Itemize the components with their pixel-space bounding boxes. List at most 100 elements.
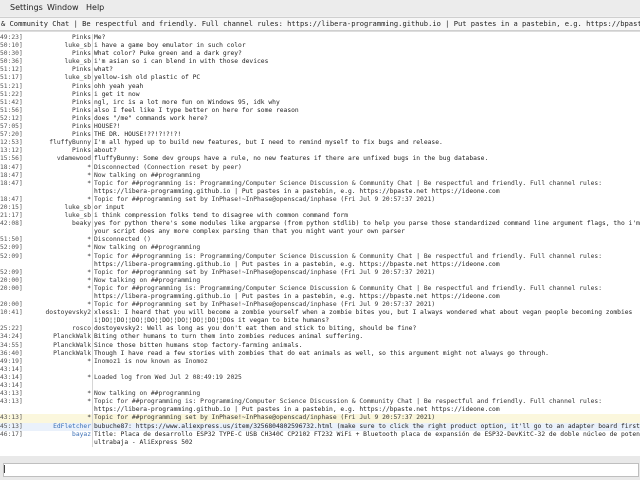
nickname[interactable]: * <box>24 398 91 406</box>
column-separator <box>92 50 93 59</box>
message-text: Since those bitten humans stop factory-f… <box>94 341 303 349</box>
column-separator <box>92 406 93 415</box>
chat-line: 43:14] <box>0 365 640 374</box>
message-text: Topic for ##programming is: Programming/… <box>94 284 603 292</box>
chat-line: 36:40] PlanckWalk Though I have read a few… <box>0 349 640 358</box>
chat-line: 34:24] PlanckWalk Biting other humans to t… <box>0 333 640 342</box>
timestamp: 57:05] <box>0 123 23 131</box>
nickname[interactable]: Pinks <box>24 131 91 139</box>
timestamp: 34:24] <box>0 333 23 341</box>
chat-lines: 49:23] Pinks Me? 50:10] luke_sb i have a game… <box>0 34 640 447</box>
nickname[interactable]: * <box>24 196 91 204</box>
nickname[interactable]: Pinks <box>24 115 91 123</box>
chat-line: 51:50] * Disconnected () <box>0 236 640 245</box>
nickname[interactable]: * <box>24 285 91 293</box>
nickname[interactable]: Pinks <box>24 91 91 99</box>
chat-line: 25:22] rosco dostoyevsky2: Well as long as… <box>0 325 640 334</box>
nickname[interactable]: PlanckWalk <box>24 333 91 341</box>
column-separator <box>92 349 93 358</box>
column-separator <box>92 422 93 431</box>
nickname[interactable]: beaky <box>24 220 91 228</box>
timestamp: 25:22] <box>0 325 23 333</box>
column-separator <box>92 74 93 83</box>
nickname[interactable]: Pinks <box>24 83 91 91</box>
nickname[interactable]: * <box>24 358 91 366</box>
nickname[interactable]: vdamewood <box>24 155 91 163</box>
column-separator <box>92 203 93 213</box>
column-separator <box>92 155 93 164</box>
message-text: ngl, irc is a lot more fun on Windows 95… <box>94 98 280 106</box>
nickname[interactable]: Pinks <box>24 147 91 155</box>
nickname[interactable]: Pinks <box>24 34 91 42</box>
nickname[interactable]: Pinks <box>24 66 91 74</box>
chat-line: 10:41] dostoyevsky2 xless1: I heard that y… <box>0 309 640 318</box>
nickname[interactable]: EdFletcher <box>24 423 91 431</box>
nickname[interactable]: rosco <box>24 325 91 333</box>
nickname[interactable]: fluffyBunny <box>24 139 91 147</box>
nickname[interactable]: luke_sb <box>24 42 91 50</box>
nickname[interactable]: Pinks <box>24 50 91 58</box>
nickname[interactable]: * <box>24 253 91 261</box>
chat-line: 45:13] EdFletcher bubuche87: https://www.a… <box>0 422 640 431</box>
menu-window[interactable]: Window <box>47 3 79 12</box>
nickname[interactable]: * <box>24 244 91 252</box>
chat-line: 50:30] Pinks What color? Puke green and a … <box>0 50 640 59</box>
chat-line: 52:09] * Topic for ##programming set by In… <box>0 268 640 277</box>
message-text: Disconnected () <box>94 236 151 244</box>
nickname[interactable]: luke_sb <box>24 74 91 82</box>
menu-help[interactable]: Help <box>86 3 104 12</box>
chat-line: https://libera-programming.github.io | P… <box>0 260 640 269</box>
nickname[interactable]: * <box>24 374 91 382</box>
nickname[interactable]: * <box>24 164 91 172</box>
chat-log[interactable]: 49:23] Pinks Me? 50:10] luke_sb i have a game… <box>0 31 640 457</box>
message-text: Topic for ##programming set by InPhase!~… <box>94 268 436 276</box>
message-text: i have a game boy emulator in such color <box>94 42 246 50</box>
message-text: i¦DO¦¦DO¦¦DO¦¦DO¦¦DO¦¦DO¦¦DO¦¦DO¦¦DOs it… <box>94 317 330 325</box>
column-separator <box>92 438 93 447</box>
chat-line: 52:09] * Now talking on ##programming <box>0 244 640 253</box>
timestamp: 52:09] <box>0 268 23 276</box>
chat-line: 20:15] luke_sb or input <box>0 203 640 213</box>
nickname[interactable]: luke_sb <box>24 204 91 212</box>
message-text: or input <box>94 203 125 211</box>
timestamp: 43:13] <box>0 390 23 398</box>
nickname[interactable]: bayaz <box>24 431 91 439</box>
timestamp: 36:40] <box>0 349 23 357</box>
nickname[interactable]: * <box>24 172 91 180</box>
nickname[interactable]: * <box>24 236 91 244</box>
nickname[interactable]: * <box>24 301 91 309</box>
column-separator <box>92 90 93 99</box>
nickname[interactable]: Pinks <box>24 99 91 107</box>
nickname[interactable]: * <box>24 180 91 188</box>
chat-line: 20:00] * Topic for ##programming set by In… <box>0 301 640 310</box>
column-separator <box>92 260 93 269</box>
nickname[interactable]: PlanckWalk <box>24 350 91 358</box>
column-separator <box>92 382 93 391</box>
nickname[interactable]: * <box>24 414 91 422</box>
nickname[interactable]: luke_sb <box>24 58 91 66</box>
chat-line: 52:12] Pinks does "/me" commands work here… <box>0 114 640 124</box>
nickname[interactable]: Pinks <box>24 107 91 115</box>
message-text: your script does any more complex parsin… <box>94 228 405 236</box>
column-separator <box>92 131 93 140</box>
message-text: fluffyBunny: Some dev groups have a rule… <box>94 155 489 163</box>
timestamp: 51:22] <box>0 90 23 98</box>
nickname[interactable]: Pinks <box>24 123 91 131</box>
timestamp: 51:21] <box>0 82 23 90</box>
nickname[interactable]: PlanckWalk <box>24 342 91 350</box>
column-separator <box>92 236 93 245</box>
nickname[interactable]: luke_sb <box>24 212 91 220</box>
nickname[interactable]: * <box>24 269 91 277</box>
message-text: Now talking on ##programming <box>94 276 201 284</box>
message-input[interactable] <box>3 463 639 477</box>
message-text: Now talking on ##programming <box>94 390 201 398</box>
timestamp: 50:10] <box>0 42 23 50</box>
timestamp: 34:55] <box>0 341 23 349</box>
nickname[interactable]: dostoyevsky2 <box>24 309 92 317</box>
nickname[interactable]: * <box>24 277 91 285</box>
nickname[interactable]: * <box>24 390 91 398</box>
menu-settings[interactable]: Settings <box>10 3 43 12</box>
column-separator <box>92 163 93 172</box>
message-text: Loaded log from Wed Jul 2 08:49:19 2025 <box>94 373 242 381</box>
timestamp: 50:30] <box>0 50 23 58</box>
